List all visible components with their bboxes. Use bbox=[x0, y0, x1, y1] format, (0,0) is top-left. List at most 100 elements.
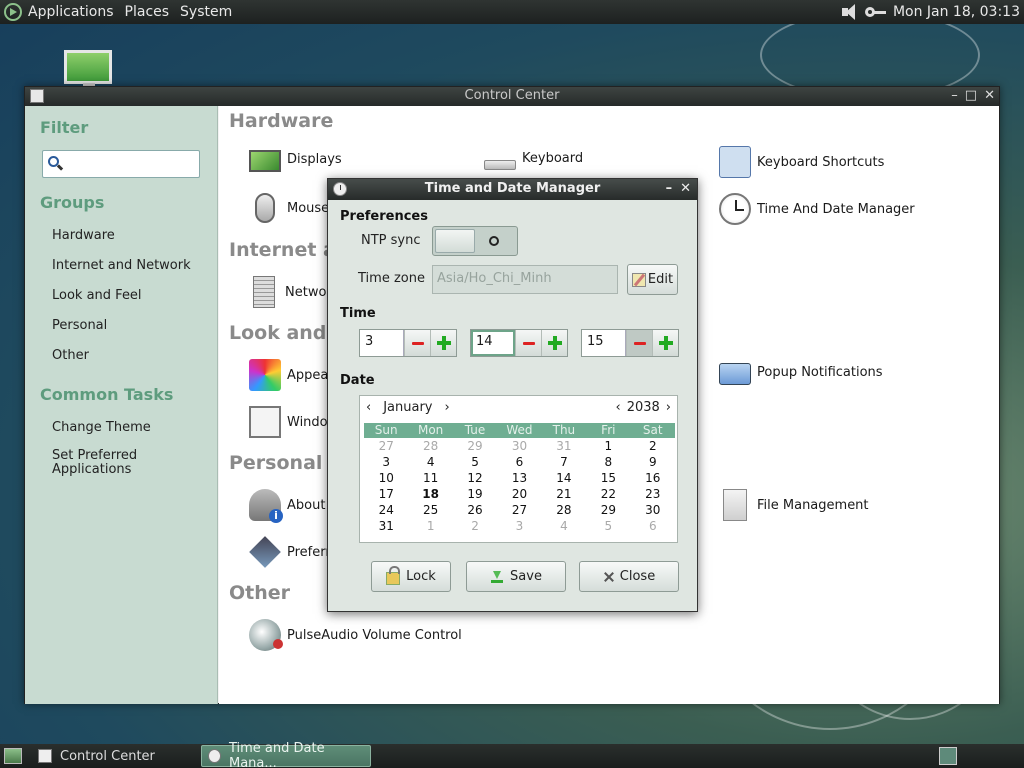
filter-input[interactable] bbox=[42, 150, 200, 178]
show-desktop-icon[interactable] bbox=[4, 748, 22, 764]
dialog-minimize-button[interactable]: – bbox=[666, 179, 673, 199]
hour-decrement-button[interactable] bbox=[404, 330, 430, 356]
task-set-preferred-applications[interactable]: Set Preferred Applications bbox=[52, 449, 162, 477]
next-year-arrow-icon[interactable]: › bbox=[662, 400, 675, 415]
calendar-day[interactable]: 16 bbox=[631, 470, 675, 486]
lock-icon bbox=[386, 566, 401, 585]
minute-increment-button[interactable] bbox=[541, 330, 567, 356]
panel-clock[interactable]: Mon Jan 18, 03:13 bbox=[893, 4, 1020, 20]
calendar-day[interactable]: 2 bbox=[453, 518, 497, 534]
calendar-day[interactable]: 1 bbox=[408, 518, 452, 534]
calendar-day[interactable]: 30 bbox=[497, 438, 541, 454]
calendar-day[interactable]: 29 bbox=[586, 502, 630, 518]
calendar-day[interactable]: 15 bbox=[586, 470, 630, 486]
calendar-day[interactable]: 2 bbox=[631, 438, 675, 454]
task-control-center[interactable]: Control Center bbox=[32, 745, 161, 767]
minimize-button[interactable]: – bbox=[951, 87, 958, 105]
calendar-day[interactable]: 17 bbox=[364, 486, 408, 502]
calendar-day[interactable]: 3 bbox=[497, 518, 541, 534]
calendar-day[interactable]: 6 bbox=[631, 518, 675, 534]
calendar-day-selected[interactable]: 18 bbox=[408, 486, 452, 502]
keyring-icon[interactable] bbox=[864, 5, 887, 19]
group-other[interactable]: Other bbox=[52, 348, 89, 363]
calendar-day[interactable]: 14 bbox=[542, 470, 586, 486]
group-personal[interactable]: Personal bbox=[52, 318, 107, 333]
year-navigator: ‹ 2038 › bbox=[612, 400, 676, 415]
display-icon bbox=[249, 150, 281, 172]
close-button[interactable]: Close bbox=[579, 561, 679, 592]
menu-applications[interactable]: Applications bbox=[28, 4, 114, 20]
group-internet-and-network[interactable]: Internet and Network bbox=[52, 258, 191, 273]
task-time-and-date-manager[interactable]: Time and Date Mana... bbox=[201, 741, 371, 768]
item-keyboard[interactable]: Keyboard bbox=[484, 146, 583, 170]
calendar-day[interactable]: 30 bbox=[631, 502, 675, 518]
maximize-button[interactable]: □ bbox=[965, 87, 977, 105]
calendar-day[interactable]: 29 bbox=[453, 438, 497, 454]
dialog-close-x-button[interactable]: ✕ bbox=[680, 179, 691, 199]
second-increment-button[interactable] bbox=[652, 330, 678, 356]
second-decrement-button[interactable] bbox=[626, 330, 652, 356]
calendar-day[interactable]: 25 bbox=[408, 502, 452, 518]
calendar-day[interactable]: 23 bbox=[631, 486, 675, 502]
calendar-day[interactable]: 4 bbox=[408, 454, 452, 470]
calendar-day[interactable]: 3 bbox=[364, 454, 408, 470]
item-popup-notifications[interactable]: Popup Notifications bbox=[719, 359, 883, 385]
volume-icon[interactable] bbox=[839, 2, 861, 22]
second-input[interactable]: 15 bbox=[582, 330, 626, 356]
calendar-day[interactable]: 1 bbox=[586, 438, 630, 454]
item-file-management[interactable]: File Management bbox=[719, 489, 869, 521]
calendar-day[interactable]: 4 bbox=[542, 518, 586, 534]
calendar-day[interactable]: 7 bbox=[542, 454, 586, 470]
toggle-off-icon bbox=[489, 236, 499, 246]
group-hardware[interactable]: Hardware bbox=[52, 228, 115, 243]
minute-decrement-button[interactable] bbox=[515, 330, 541, 356]
item-mouse[interactable]: Mouse bbox=[249, 193, 329, 223]
ntp-sync-toggle[interactable] bbox=[432, 226, 518, 256]
close-window-button[interactable]: ✕ bbox=[984, 87, 995, 105]
workspace-switcher-icon[interactable] bbox=[939, 747, 957, 765]
calendar-day[interactable]: 27 bbox=[497, 502, 541, 518]
calendar-day[interactable]: 26 bbox=[453, 502, 497, 518]
calendar-day[interactable]: 11 bbox=[408, 470, 452, 486]
item-displays[interactable]: Displays bbox=[249, 146, 342, 172]
group-look-and-feel[interactable]: Look and Feel bbox=[52, 288, 142, 303]
menu-places[interactable]: Places bbox=[125, 4, 170, 20]
calendar-day[interactable]: 27 bbox=[364, 438, 408, 454]
item-keyboard-shortcuts[interactable]: Keyboard Shortcuts bbox=[719, 146, 884, 178]
calendar-day[interactable]: 28 bbox=[542, 502, 586, 518]
lock-button[interactable]: Lock bbox=[371, 561, 451, 592]
calendar-day[interactable]: 21 bbox=[542, 486, 586, 502]
edit-button[interactable]: Edit bbox=[627, 264, 678, 295]
calendar-day[interactable]: 24 bbox=[364, 502, 408, 518]
task-change-theme[interactable]: Change Theme bbox=[52, 420, 151, 435]
item-pulseaudio-volume-control[interactable]: PulseAudio Volume Control bbox=[249, 619, 462, 651]
hour-input[interactable]: 3 bbox=[360, 330, 404, 356]
calendar-day[interactable]: 19 bbox=[453, 486, 497, 502]
minute-input[interactable]: 14 bbox=[471, 330, 515, 356]
prev-month-arrow-icon[interactable]: ‹ bbox=[362, 400, 375, 415]
menu-system[interactable]: System bbox=[180, 4, 232, 20]
calendar-day[interactable]: 31 bbox=[542, 438, 586, 454]
distro-logo-icon[interactable] bbox=[4, 3, 22, 21]
control-center-titlebar[interactable]: Control Center – □ ✕ bbox=[25, 87, 999, 106]
calendar-day[interactable]: 13 bbox=[497, 470, 541, 486]
calendar-day[interactable]: 5 bbox=[586, 518, 630, 534]
calendar-day[interactable]: 12 bbox=[453, 470, 497, 486]
hour-increment-button[interactable] bbox=[430, 330, 456, 356]
next-month-arrow-icon[interactable]: › bbox=[441, 400, 454, 415]
calendar-day[interactable]: 31 bbox=[364, 518, 408, 534]
calendar-day[interactable]: 10 bbox=[364, 470, 408, 486]
calendar-day[interactable]: 8 bbox=[586, 454, 630, 470]
calendar-day[interactable]: 22 bbox=[586, 486, 630, 502]
prev-year-arrow-icon[interactable]: ‹ bbox=[612, 400, 625, 415]
dialog-titlebar[interactable]: Time and Date Manager – ✕ bbox=[328, 179, 697, 200]
calendar-day[interactable]: 20 bbox=[497, 486, 541, 502]
calendar-day[interactable]: 5 bbox=[453, 454, 497, 470]
save-button[interactable]: Save bbox=[466, 561, 566, 592]
calendar-day[interactable]: 28 bbox=[408, 438, 452, 454]
calendar-day[interactable]: 6 bbox=[497, 454, 541, 470]
computer-desktop-icon[interactable] bbox=[64, 50, 112, 87]
item-time-and-date-manager[interactable]: Time And Date Manager bbox=[719, 193, 915, 225]
calendar-day[interactable]: 9 bbox=[631, 454, 675, 470]
item-network[interactable]: Network bbox=[249, 276, 339, 308]
